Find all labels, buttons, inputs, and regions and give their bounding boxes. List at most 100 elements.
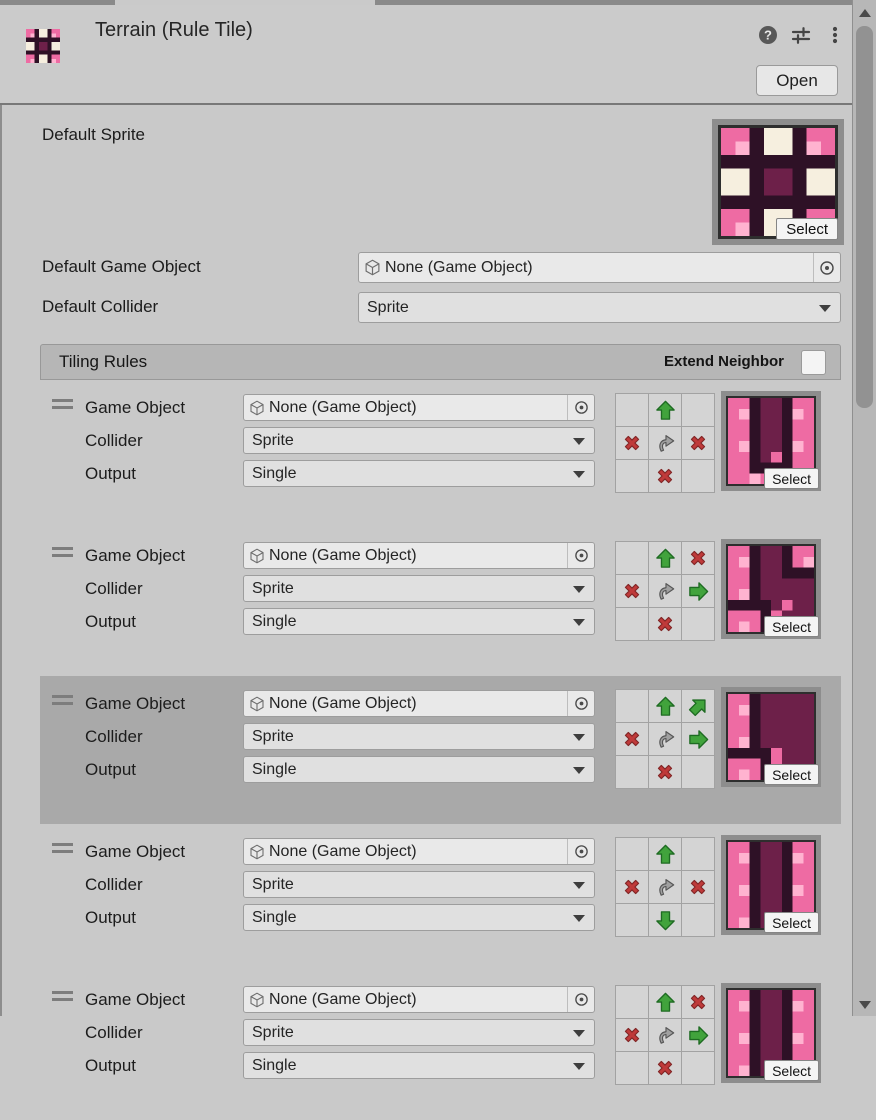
not-this-icon: [621, 728, 643, 750]
neighbor-cell[interactable]: [615, 870, 649, 904]
neighbor-cell[interactable]: [681, 426, 715, 460]
neighbor-cell[interactable]: [681, 393, 715, 427]
neighbor-cell[interactable]: [648, 1018, 682, 1052]
neighbor-cell[interactable]: [681, 607, 715, 641]
rule-game-object-field[interactable]: None (Game Object): [243, 986, 595, 1013]
neighbor-cell[interactable]: [615, 985, 649, 1019]
rule-sprite-select-button[interactable]: Select: [764, 1060, 819, 1081]
tiling-rule-row[interactable]: Game Object Collider Output None (Game O…: [40, 380, 841, 528]
neighbor-cell[interactable]: [648, 903, 682, 937]
drag-handle-icon[interactable]: [52, 399, 73, 413]
rule-collider-dropdown[interactable]: Sprite: [243, 427, 595, 454]
default-game-object-field[interactable]: None (Game Object): [358, 252, 841, 283]
rule-output-dropdown[interactable]: Single: [243, 1052, 595, 1079]
neighbor-cell[interactable]: [615, 574, 649, 608]
default-sprite-select-button[interactable]: Select: [776, 218, 838, 240]
neighbor-cell[interactable]: [648, 607, 682, 641]
neighbor-cell[interactable]: [615, 1018, 649, 1052]
scrollbar-thumb[interactable]: [856, 26, 873, 408]
rule-sprite-preview[interactable]: Select: [721, 835, 821, 935]
rule-sprite-preview[interactable]: Select: [721, 539, 821, 639]
object-picker-icon[interactable]: [567, 839, 594, 864]
neighbor-cell[interactable]: [648, 574, 682, 608]
default-sprite-preview[interactable]: Select: [712, 119, 844, 245]
rule-sprite-preview[interactable]: Select: [721, 687, 821, 787]
rule-sprite-select-button[interactable]: Select: [764, 616, 819, 637]
rule-game-object-field[interactable]: None (Game Object): [243, 690, 595, 717]
neighbor-cell[interactable]: [615, 903, 649, 937]
object-picker-icon[interactable]: [567, 987, 594, 1012]
neighbor-cell[interactable]: [681, 755, 715, 789]
tiling-rule-row[interactable]: Game Object Collider Output None (Game O…: [40, 528, 841, 676]
rule-game-object-field[interactable]: None (Game Object): [243, 542, 595, 569]
neighbor-cell[interactable]: [615, 393, 649, 427]
neighbor-cell[interactable]: [681, 1018, 715, 1052]
neighbor-cell[interactable]: [648, 689, 682, 723]
drag-handle-icon[interactable]: [52, 991, 73, 1005]
neighbor-cell[interactable]: [648, 985, 682, 1019]
neighbor-cell[interactable]: [615, 1051, 649, 1085]
neighbor-cell[interactable]: [615, 689, 649, 723]
rule-output-dropdown[interactable]: Single: [243, 608, 595, 635]
tiling-rule-row[interactable]: Game Object Collider Output None (Game O…: [40, 676, 841, 824]
neighbor-cell[interactable]: [648, 837, 682, 871]
neighbor-cell[interactable]: [648, 755, 682, 789]
neighbor-cell[interactable]: [648, 393, 682, 427]
neighbor-cell[interactable]: [615, 755, 649, 789]
neighbor-cell[interactable]: [615, 722, 649, 756]
neighbor-cell[interactable]: [648, 870, 682, 904]
object-picker-icon[interactable]: [813, 253, 840, 282]
open-button[interactable]: Open: [756, 65, 838, 96]
rule-output-dropdown[interactable]: Single: [243, 756, 595, 783]
neighbor-cell[interactable]: [681, 459, 715, 493]
neighbor-cell[interactable]: [648, 722, 682, 756]
neighbor-cell[interactable]: [681, 985, 715, 1019]
rule-sprite-preview[interactable]: Select: [721, 391, 821, 491]
neighbor-cell[interactable]: [648, 541, 682, 575]
scrollbar[interactable]: [852, 0, 876, 1016]
neighbor-cell[interactable]: [615, 426, 649, 460]
neighbor-cell[interactable]: [681, 541, 715, 575]
rule-game-object-field[interactable]: None (Game Object): [243, 394, 595, 421]
help-icon[interactable]: ?: [757, 24, 779, 46]
neighbor-cell[interactable]: [681, 903, 715, 937]
neighbor-cell[interactable]: [648, 459, 682, 493]
rule-collider-dropdown[interactable]: Sprite: [243, 1019, 595, 1046]
extend-neighbor-checkbox[interactable]: [801, 350, 826, 375]
drag-handle-icon[interactable]: [52, 695, 73, 709]
object-picker-icon[interactable]: [567, 691, 594, 716]
object-picker-icon[interactable]: [567, 543, 594, 568]
scroll-down-icon[interactable]: [859, 1001, 871, 1009]
more-icon[interactable]: [824, 24, 846, 46]
neighbor-cell[interactable]: [681, 1051, 715, 1085]
rule-collider-dropdown[interactable]: Sprite: [243, 575, 595, 602]
neighbor-cell[interactable]: [681, 574, 715, 608]
neighbor-cell[interactable]: [681, 837, 715, 871]
neighbor-cell[interactable]: [648, 1051, 682, 1085]
neighbor-cell[interactable]: [681, 722, 715, 756]
scroll-up-icon[interactable]: [859, 9, 871, 17]
default-collider-dropdown[interactable]: Sprite: [358, 292, 841, 323]
rule-sprite-select-button[interactable]: Select: [764, 764, 819, 785]
presets-icon[interactable]: [790, 24, 812, 46]
object-picker-icon[interactable]: [567, 395, 594, 420]
drag-handle-icon[interactable]: [52, 843, 73, 857]
rule-game-object-field[interactable]: None (Game Object): [243, 838, 595, 865]
neighbor-cell[interactable]: [615, 607, 649, 641]
rule-sprite-select-button[interactable]: Select: [764, 468, 819, 489]
rule-output-dropdown[interactable]: Single: [243, 904, 595, 931]
neighbor-cell[interactable]: [681, 689, 715, 723]
neighbor-cell[interactable]: [648, 426, 682, 460]
neighbor-cell[interactable]: [615, 837, 649, 871]
rule-output-dropdown[interactable]: Single: [243, 460, 595, 487]
tiling-rule-row[interactable]: Game Object Collider Output None (Game O…: [40, 972, 841, 1120]
rule-sprite-select-button[interactable]: Select: [764, 912, 819, 933]
neighbor-cell[interactable]: [615, 459, 649, 493]
neighbor-cell[interactable]: [681, 870, 715, 904]
rule-collider-dropdown[interactable]: Sprite: [243, 723, 595, 750]
tiling-rule-row[interactable]: Game Object Collider Output None (Game O…: [40, 824, 841, 972]
neighbor-cell[interactable]: [615, 541, 649, 575]
drag-handle-icon[interactable]: [52, 547, 73, 561]
rule-collider-dropdown[interactable]: Sprite: [243, 871, 595, 898]
rule-sprite-preview[interactable]: Select: [721, 983, 821, 1083]
